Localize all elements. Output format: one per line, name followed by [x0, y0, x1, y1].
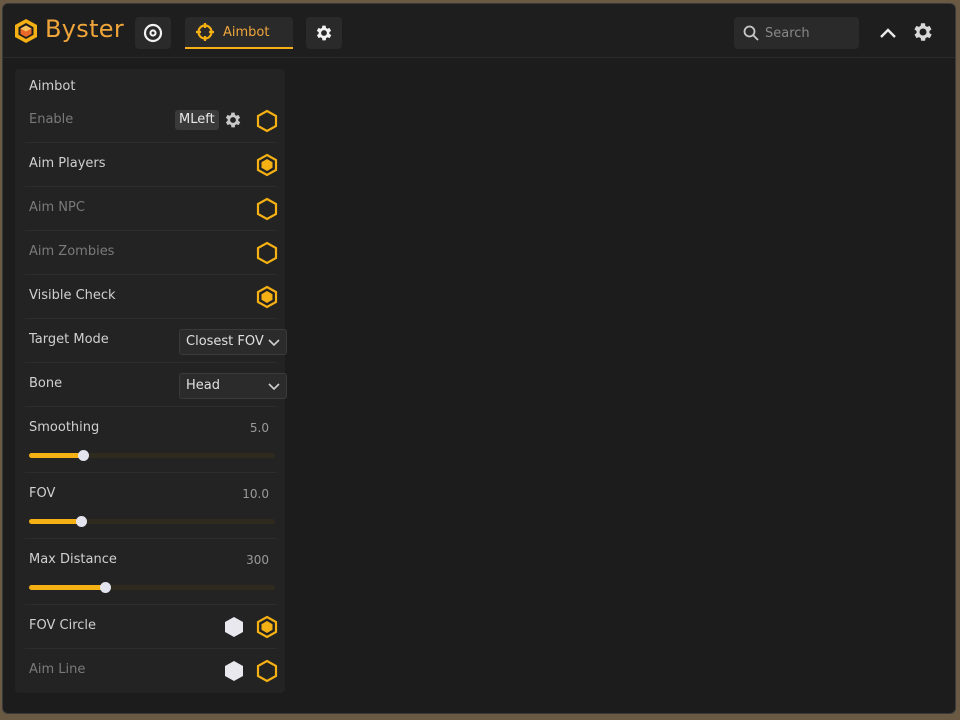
gear-icon[interactable]	[911, 20, 935, 44]
chevron-down-icon	[268, 383, 280, 391]
aim-players-row: Aim Players	[25, 143, 278, 187]
aim-zombies-label: Aim Zombies	[29, 244, 115, 259]
fov-label: FOV	[29, 486, 56, 501]
tab-settings[interactable]	[306, 17, 342, 49]
max-distance-slider[interactable]	[29, 582, 275, 593]
fov-circle-row: FOV Circle	[25, 605, 278, 649]
tab-aimbot[interactable]: Aimbot	[185, 17, 293, 49]
chevron-down-icon	[268, 339, 280, 347]
eye-icon	[143, 23, 163, 43]
chevron-up-icon[interactable]	[877, 22, 899, 44]
aim-players-toggle[interactable]	[256, 153, 278, 177]
target-mode-row: Target Mode Closest FOV	[25, 319, 287, 363]
aim-zombies-row: Aim Zombies	[25, 231, 278, 275]
max-distance-value: 300	[246, 553, 269, 567]
fov-value: 10.0	[242, 487, 269, 501]
smoothing-slider-fill	[29, 453, 84, 458]
fov-slider[interactable]	[29, 516, 275, 527]
aimbot-panel: Aimbot Enable MLeft Aim Players Aim NPC	[15, 69, 287, 693]
bone-row: Bone Head	[25, 363, 287, 407]
aim-zombies-toggle[interactable]	[256, 241, 278, 265]
smoothing-value: 5.0	[249, 421, 269, 435]
fov-slider-fill	[29, 519, 81, 524]
visible-check-label: Visible Check	[29, 288, 116, 303]
aim-line-row: Aim Line	[25, 649, 278, 693]
bone-value: Head	[186, 378, 220, 393]
smoothing-slider-knob[interactable]	[78, 450, 90, 461]
gear-icon[interactable]	[223, 110, 243, 130]
tab-aimbot-label: Aimbot	[223, 24, 270, 40]
fov-circle-label: FOV Circle	[29, 618, 97, 633]
enable-row: Enable MLeft	[25, 99, 278, 143]
aim-line-color-swatch[interactable]	[224, 660, 244, 682]
fov-circle-color-swatch[interactable]	[224, 616, 244, 638]
aim-line-toggle[interactable]	[256, 659, 278, 683]
smoothing-label: Smoothing	[29, 420, 100, 435]
target-mode-dropdown[interactable]: Closest FOV	[179, 329, 287, 355]
top-bar: Byster Aimbot	[3, 4, 955, 58]
smoothing-slider[interactable]	[29, 450, 275, 461]
aim-npc-row: Aim NPC	[25, 187, 278, 231]
aim-line-label: Aim Line	[29, 662, 86, 677]
panel-title: Aimbot	[29, 79, 76, 94]
search-input[interactable]	[765, 25, 850, 41]
gear-icon	[316, 25, 332, 41]
visible-check-toggle[interactable]	[256, 285, 278, 309]
enable-toggle[interactable]	[256, 109, 278, 133]
aim-npc-label: Aim NPC	[29, 200, 85, 215]
main-window: Byster Aimbot Search Aimbot Enable MLeft…	[2, 3, 956, 714]
tab-visuals[interactable]	[135, 17, 171, 49]
max-distance-slider-fill	[29, 585, 106, 590]
crosshair-icon	[196, 23, 214, 41]
visible-check-row: Visible Check	[25, 275, 278, 319]
search-box[interactable]	[734, 17, 859, 49]
brand-title: Byster	[45, 15, 125, 43]
smoothing-row: Smoothing 5.0	[25, 407, 277, 473]
target-mode-label: Target Mode	[29, 332, 109, 347]
max-distance-slider-knob[interactable]	[100, 582, 112, 593]
enable-label: Enable	[29, 112, 74, 127]
keybind-button[interactable]: MLeft	[175, 110, 219, 130]
fov-slider-knob[interactable]	[75, 516, 87, 527]
max-distance-row: Max Distance 300	[25, 539, 277, 605]
max-distance-label: Max Distance	[29, 552, 117, 567]
fov-circle-toggle[interactable]	[256, 615, 278, 639]
bone-label: Bone	[29, 376, 63, 391]
aim-npc-toggle[interactable]	[256, 197, 278, 221]
fov-row: FOV 10.0	[25, 473, 277, 539]
bone-dropdown[interactable]: Head	[179, 373, 287, 399]
target-mode-value: Closest FOV	[186, 334, 264, 349]
byster-logo-icon	[15, 19, 37, 43]
aim-players-label: Aim Players	[29, 156, 106, 171]
search-icon	[743, 25, 759, 41]
